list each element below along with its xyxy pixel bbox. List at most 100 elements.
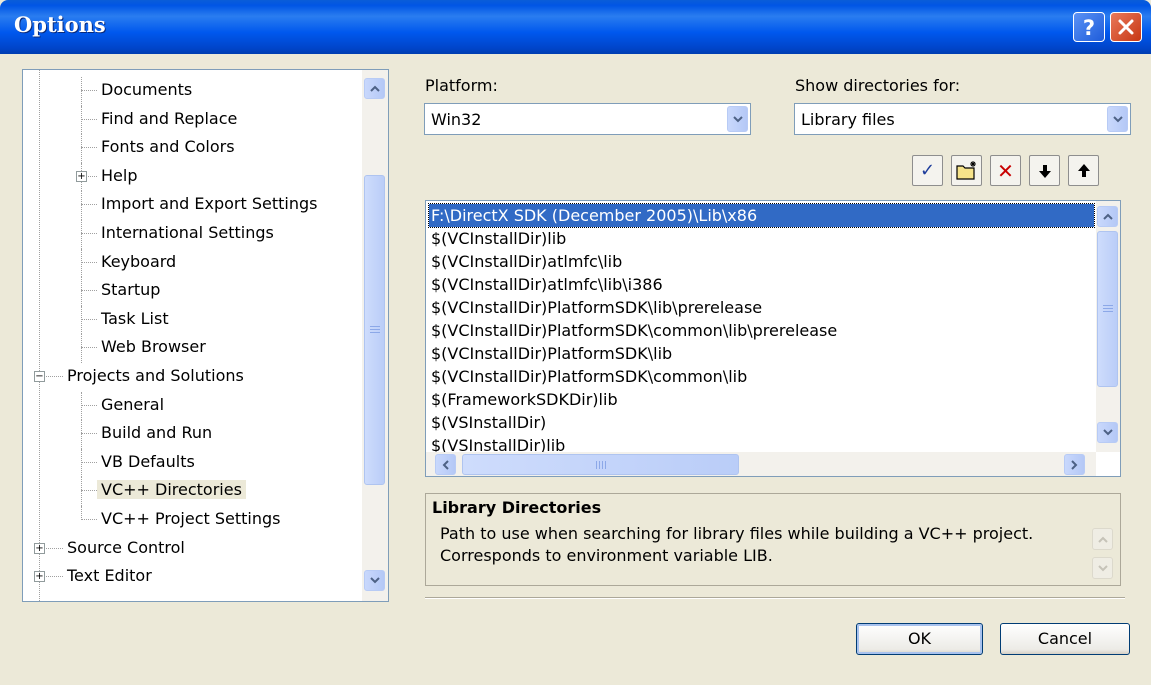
tree-guide-line [81, 305, 82, 335]
directory-vertical-scrollbar[interactable] [1096, 201, 1120, 452]
tree-item-label: Projects and Solutions [67, 366, 244, 385]
directory-scroll-up-button[interactable] [1097, 206, 1118, 227]
directory-scroll-thumb[interactable] [1097, 231, 1118, 387]
expand-icon[interactable]: + [76, 170, 87, 182]
directory-horizontal-scrollbar[interactable] [426, 452, 1096, 476]
tree-guide-line [81, 420, 82, 449]
tree-item-keyboard[interactable]: Keyboard [97, 249, 180, 275]
directory-row[interactable]: $(VCInstallDir)lib [429, 227, 566, 250]
directory-scroll-right-button[interactable] [1064, 454, 1085, 475]
expand-icon[interactable]: + [34, 571, 45, 583]
directory-row[interactable]: $(VSInstallDir)lib [429, 434, 565, 452]
tree-scroll-down-button[interactable] [364, 570, 385, 591]
platform-dropdown-button[interactable] [727, 106, 748, 132]
tree-items: Documents Find and Replace Fonts and Color… [23, 70, 362, 601]
tree-scroll-up-button[interactable] [364, 78, 385, 99]
tree-item-projects-and-solutions[interactable]: Projects and Solutions [63, 363, 248, 389]
options-tree[interactable]: Documents Find and Replace Fonts and Color… [22, 69, 389, 602]
directory-row[interactable]: $(VCInstallDir)PlatformSDK\lib\prereleas… [429, 296, 762, 319]
close-button[interactable] [1110, 12, 1142, 42]
separator [425, 597, 1125, 599]
directory-row[interactable]: F:\DirectX SDK (December 2005)\Lib\x86 [428, 203, 1095, 228]
title-bar[interactable]: Options ? [0, 0, 1151, 54]
delete-button[interactable]: ✕ [990, 155, 1021, 186]
tree-scrollbar[interactable] [362, 70, 388, 601]
tree-item-label: VC++ Project Settings [101, 509, 281, 528]
tree-guide-line [81, 134, 82, 163]
platform-label: Platform: [425, 76, 498, 95]
tree-guide-line [81, 277, 82, 306]
directory-row[interactable]: $(VCInstallDir)atlmfc\lib\i386 [429, 273, 663, 296]
directory-hscroll-thumb[interactable] [462, 454, 739, 475]
collapse-icon[interactable]: − [34, 371, 45, 382]
directory-row[interactable]: $(VCInstallDir)PlatformSDK\common\lib\pr… [429, 319, 837, 342]
tree-item-label: Find and Replace [101, 108, 238, 128]
tree-item-label: VB Defaults [101, 451, 195, 471]
tree-item-text-editor[interactable]: Text Editor [63, 563, 156, 589]
platform-dropdown[interactable]: Win32 [424, 103, 751, 135]
apply-button[interactable]: ✓ [912, 155, 943, 186]
delete-icon: ✕ [997, 158, 1014, 183]
tree-item-vb-defaults[interactable]: VB Defaults [97, 449, 199, 475]
expand-icon[interactable]: + [34, 542, 45, 554]
tree-connector [81, 147, 97, 149]
tree-item-import-and-export-settings[interactable]: Import and Export Settings [97, 191, 321, 217]
tree-connector [81, 433, 97, 435]
tree-connector [81, 490, 97, 492]
move-up-button[interactable] [1068, 155, 1099, 186]
show-directories-value: Library files [801, 110, 895, 129]
directory-row[interactable]: $(VCInstallDir)PlatformSDK\common\lib [429, 365, 747, 388]
directory-scroll-left-button[interactable] [435, 454, 456, 475]
show-directories-dropdown[interactable]: Library files [794, 103, 1131, 135]
tree-item-web-browser[interactable]: Web Browser [97, 334, 210, 360]
tree-connector [81, 404, 97, 406]
tree-item-label: Keyboard [101, 251, 177, 271]
tree-item-international-settings[interactable]: International Settings [97, 220, 278, 246]
tree-item-task-list[interactable]: Task List [97, 306, 173, 332]
directory-row[interactable]: $(VCInstallDir)atlmfc\lib [429, 250, 622, 273]
tree-item-vc-project-settings[interactable]: VC++ Project Settings [97, 506, 284, 532]
tree-item-source-control[interactable]: Source Control [63, 535, 189, 561]
directory-rows: F:\DirectX SDK (December 2005)\Lib\x86 $(… [426, 201, 1096, 452]
cancel-button[interactable]: Cancel [1000, 623, 1130, 655]
tree-guide-line [81, 506, 82, 520]
window-title: Options [14, 12, 106, 37]
description-box: Library Directories Path to use when sea… [425, 493, 1121, 586]
directory-row[interactable]: $(FrameworkSDKDir)lib [429, 388, 618, 411]
tree-item-vc-directories[interactable]: VC++ Directories [97, 477, 246, 503]
directory-row[interactable]: $(VSInstallDir) [429, 411, 546, 434]
tree-guide-line [81, 391, 82, 421]
tree-guide-line [81, 105, 82, 135]
tree-connector [81, 347, 97, 349]
tree-item-fonts-and-colors[interactable]: Fonts and Colors [97, 134, 239, 160]
tree-guide-line [81, 191, 82, 220]
tree-item-general[interactable]: General [97, 392, 168, 418]
ok-button[interactable]: OK [856, 623, 983, 655]
tree-guide-line [81, 220, 82, 249]
tree-scroll-thumb[interactable] [364, 175, 385, 485]
directory-row[interactable]: $(VCInstallDir)PlatformSDK\lib [429, 342, 672, 365]
tree-guide-line [81, 334, 82, 363]
tree-item-startup[interactable]: Startup [97, 277, 164, 303]
tree-item-documents[interactable]: Documents [97, 77, 196, 103]
tree-item-find-and-replace[interactable]: Find and Replace [97, 106, 241, 132]
description-scroll-up-button[interactable] [1092, 528, 1113, 550]
tree-item-help[interactable]: Help [97, 163, 141, 189]
new-folder-button[interactable] [951, 155, 982, 186]
tree-item-label: Build and Run [101, 423, 213, 443]
svg-text:?: ? [1083, 16, 1095, 38]
description-scroll-down-button[interactable] [1092, 557, 1113, 579]
description-title: Library Directories [432, 498, 602, 517]
show-directories-dropdown-button[interactable] [1107, 106, 1128, 132]
help-button[interactable]: ? [1073, 12, 1105, 42]
tree-connector [81, 118, 97, 120]
tree-item-label: Text Editor [67, 566, 152, 586]
tree-connector [81, 519, 97, 520]
tree-guide-line [81, 77, 82, 106]
directory-list[interactable]: F:\DirectX SDK (December 2005)\Lib\x86 $(… [425, 200, 1121, 477]
directory-scroll-down-button[interactable] [1097, 422, 1118, 443]
tree-connector [81, 318, 97, 320]
tree-item-build-and-run[interactable]: Build and Run [97, 420, 216, 446]
show-directories-label: Show directories for: [795, 76, 961, 95]
move-down-button[interactable] [1029, 155, 1060, 186]
